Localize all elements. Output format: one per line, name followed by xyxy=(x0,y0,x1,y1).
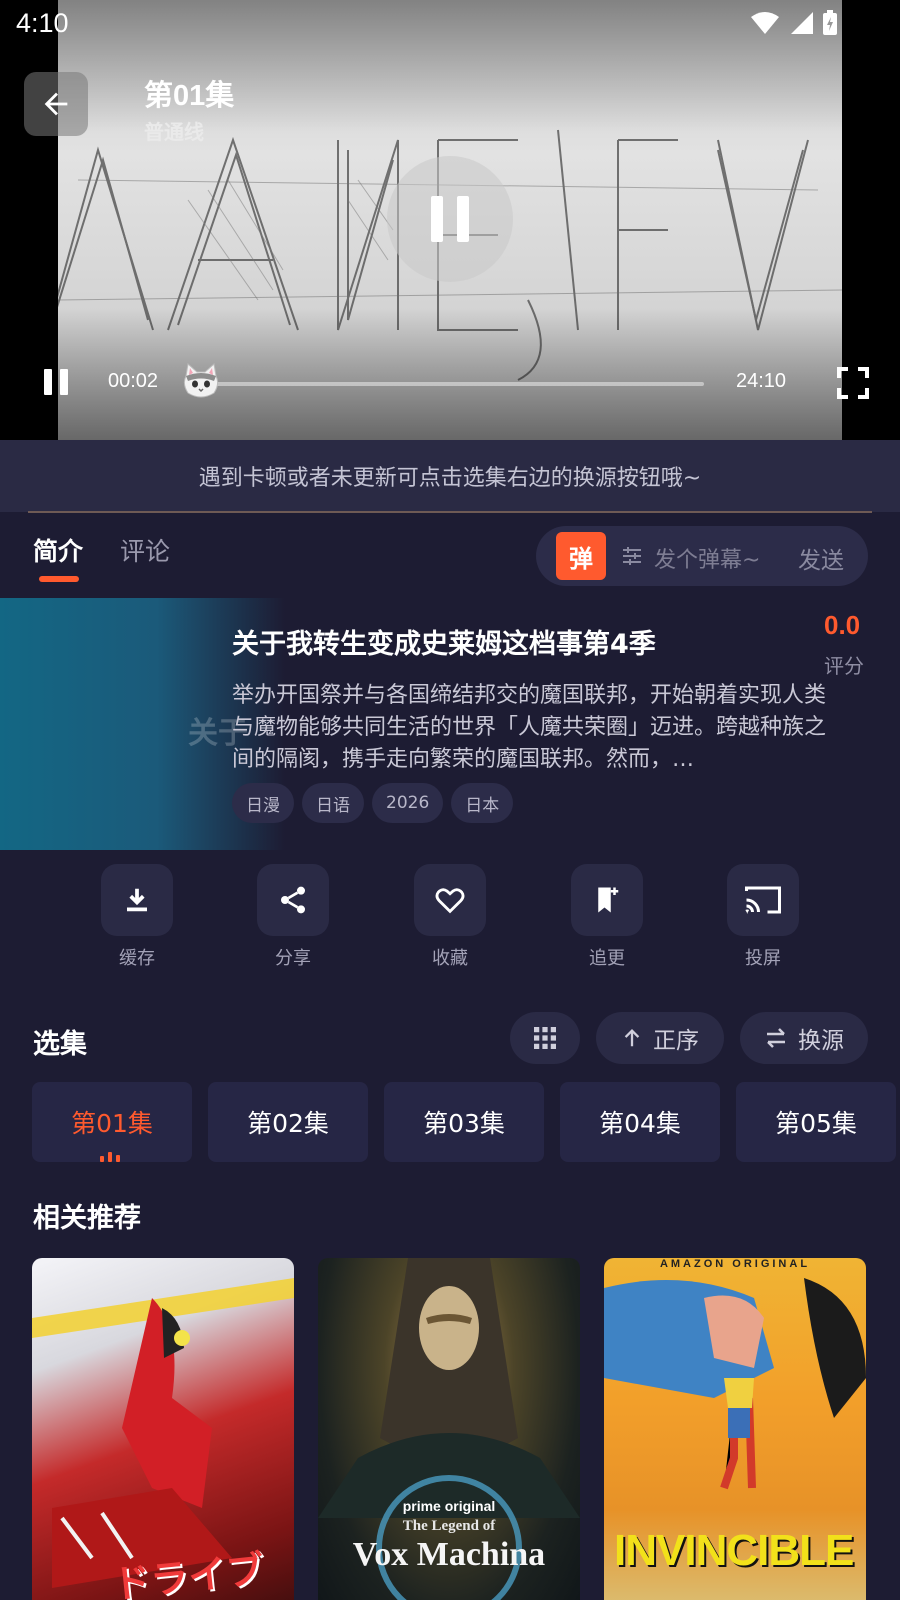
status-bar-icons xyxy=(750,10,838,36)
back-button[interactable] xyxy=(24,72,88,136)
now-playing-icon xyxy=(100,1152,120,1162)
player-line-name[interactable]: 普通线 xyxy=(144,116,204,145)
video-player[interactable]: 4:10 第01集 普通线 00:02 24:10 xyxy=(0,0,900,440)
danmu-send-button[interactable]: 发送 xyxy=(798,541,844,575)
danmu-toggle-button[interactable]: 弹 xyxy=(556,532,606,580)
poster-title: Vox Machina xyxy=(352,1536,546,1573)
recommend-poster[interactable]: AMAZON ORIGINAL INVINCIBLE xyxy=(604,1258,866,1600)
tag-genre[interactable]: 日漫 xyxy=(232,783,294,823)
recommend-list: ドライブ prime original The Legend of Vox Ma… xyxy=(32,1258,866,1600)
sort-order-button[interactable]: 正序 xyxy=(596,1012,724,1064)
tab-active-indicator xyxy=(39,576,79,582)
episode-list: 第01集 第02集 第03集 第04集 第05集 xyxy=(32,1082,896,1162)
show-tags: 日漫 日语 2026 日本 xyxy=(232,783,514,823)
favorite-button[interactable]: 收藏 xyxy=(395,864,505,970)
follow-updates-button[interactable]: 追更 xyxy=(552,864,662,970)
cat-progress-thumb-icon[interactable] xyxy=(180,362,222,402)
recommend-title: 相关推荐 xyxy=(33,1203,141,1234)
episode-item[interactable]: 第05集 xyxy=(736,1082,896,1162)
status-bar-time: 4:10 xyxy=(16,8,69,38)
tag-year[interactable]: 2026 xyxy=(372,783,444,823)
center-pause-button[interactable] xyxy=(387,156,513,282)
heart-icon xyxy=(435,888,465,914)
show-title: 关于我转生变成史莱姆这档事第4季 xyxy=(232,629,656,660)
episode-grid-button[interactable] xyxy=(510,1012,580,1064)
player-controls: 00:02 24:10 xyxy=(0,356,900,412)
total-time: 24:10 xyxy=(736,370,787,392)
poster-brand: prime original xyxy=(402,1498,496,1514)
episode-item[interactable]: 第01集 xyxy=(32,1082,192,1162)
switch-source-label: 换源 xyxy=(798,1028,844,1054)
recommend-poster[interactable]: prime original The Legend of Vox Machina xyxy=(318,1258,580,1600)
wifi-icon xyxy=(751,12,779,34)
episode-label: 第04集 xyxy=(599,1109,681,1138)
arrow-back-icon xyxy=(44,92,68,116)
episode-item[interactable]: 第04集 xyxy=(560,1082,720,1162)
download-label: 缓存 xyxy=(119,948,155,969)
cast-button[interactable]: 投屏 xyxy=(708,864,818,970)
download-button[interactable]: 缓存 xyxy=(82,864,192,970)
switch-source-button[interactable]: 换源 xyxy=(740,1012,868,1064)
share-label: 分享 xyxy=(275,948,311,969)
download-icon xyxy=(127,888,147,912)
player-episode-title: 第01集 xyxy=(144,80,235,112)
episode-label: 第01集 xyxy=(71,1109,153,1138)
danmu-input[interactable]: 发个弹幕~ xyxy=(654,542,760,574)
progress-bar[interactable] xyxy=(200,382,704,386)
tag-region[interactable]: 日本 xyxy=(451,783,514,823)
follow-updates-label: 追更 xyxy=(589,948,625,969)
cast-icon xyxy=(745,886,781,915)
episodes-title: 选集 xyxy=(33,1029,87,1060)
current-time: 00:02 xyxy=(108,370,159,392)
notice-banner: 遇到卡顿或者未更新可点击选集右边的换源按钮哦~ xyxy=(0,440,900,512)
battery-charging-icon xyxy=(823,10,837,35)
episode-label: 第03集 xyxy=(423,1109,505,1138)
share-button[interactable]: 分享 xyxy=(238,864,348,970)
show-synopsis[interactable]: 举办开国祭并与各国缔结邦交的魔国联邦，开始朝着实现人类与魔物能够共同生活的世界「… xyxy=(232,680,846,776)
fullscreen-icon[interactable] xyxy=(836,366,870,400)
episode-label: 第02集 xyxy=(247,1109,329,1138)
favorite-label: 收藏 xyxy=(432,948,468,969)
swap-icon xyxy=(767,1028,785,1048)
cellular-signal-icon xyxy=(791,12,813,34)
score-label: 评分 xyxy=(824,654,864,678)
action-bar: 缓存 分享 收藏 追更 投屏 xyxy=(0,864,900,974)
tag-language[interactable]: 日语 xyxy=(302,783,364,823)
arrow-up-icon xyxy=(624,1029,640,1047)
control-pause-button[interactable] xyxy=(40,366,72,398)
poster-subtitle: The Legend of xyxy=(402,1518,496,1534)
cast-label: 投屏 xyxy=(745,948,781,969)
danmu-settings-icon[interactable] xyxy=(620,544,644,568)
episode-item[interactable]: 第03集 xyxy=(384,1082,544,1162)
danmu-bar: 弹 发个弹幕~ 发送 xyxy=(536,526,868,586)
share-icon xyxy=(281,886,305,914)
score-value: 0.0 xyxy=(824,610,861,640)
episode-label: 第05集 xyxy=(775,1109,857,1138)
sort-order-label: 正序 xyxy=(653,1028,699,1054)
grid-icon xyxy=(534,1027,556,1049)
pause-icon xyxy=(431,196,469,242)
recommend-poster[interactable]: ドライブ xyxy=(32,1258,294,1600)
notice-divider xyxy=(28,511,872,513)
bookmark-add-icon xyxy=(598,887,619,913)
poster-title: INVINCIBLE xyxy=(614,1526,854,1575)
tab-intro[interactable]: 简介 xyxy=(33,532,83,568)
episode-item[interactable]: 第02集 xyxy=(208,1082,368,1162)
tab-comments[interactable]: 评论 xyxy=(120,532,170,568)
